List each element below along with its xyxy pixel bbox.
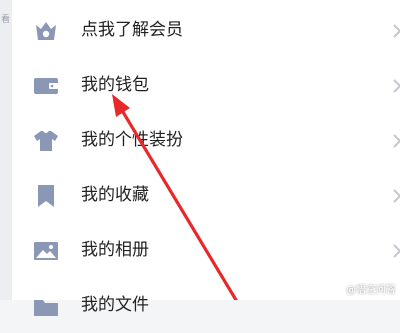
chevron-right-icon bbox=[393, 189, 400, 203]
menu-item-label: 我的钱包 bbox=[81, 75, 149, 95]
menu-item-label: 我的收藏 bbox=[81, 185, 149, 205]
menu-panel: 点我了解会员 我的钱包 我的个性装扮 我的收藏 我的相册 我的文件 bbox=[12, 0, 400, 316]
chevron-right-icon bbox=[393, 79, 400, 93]
watermark: @悟空问答 bbox=[329, 279, 396, 297]
photo-icon bbox=[34, 242, 58, 260]
bookmark-icon bbox=[38, 185, 54, 207]
chevron-right-icon bbox=[393, 24, 400, 38]
tshirt-icon bbox=[34, 131, 58, 151]
menu-item-label: 点我了解会员 bbox=[81, 20, 183, 40]
watermark-logo-icon bbox=[329, 281, 343, 295]
menu-item-label: 我的相册 bbox=[81, 240, 149, 260]
menu-item-label: 我的个性装扮 bbox=[81, 130, 183, 150]
watermark-text: @悟空问答 bbox=[346, 284, 396, 296]
edge-glyph: 看 bbox=[1, 15, 11, 25]
menu-item-wallet[interactable]: 我的钱包 bbox=[12, 58, 400, 113]
menu-item-vip[interactable]: 点我了解会员 bbox=[12, 3, 400, 58]
left-edge-strip: 看 bbox=[0, 0, 12, 300]
folder-icon bbox=[34, 300, 58, 316]
wallet-icon bbox=[34, 78, 58, 94]
menu-item-dress-up[interactable]: 我的个性装扮 bbox=[12, 113, 400, 168]
menu-item-favorites[interactable]: 我的收藏 bbox=[12, 168, 400, 223]
menu-item-label: 我的文件 bbox=[81, 295, 149, 315]
menu-item-album[interactable]: 我的相册 bbox=[12, 223, 400, 278]
chevron-right-icon bbox=[393, 244, 400, 258]
crown-icon bbox=[36, 22, 56, 40]
chevron-right-icon bbox=[393, 134, 400, 148]
